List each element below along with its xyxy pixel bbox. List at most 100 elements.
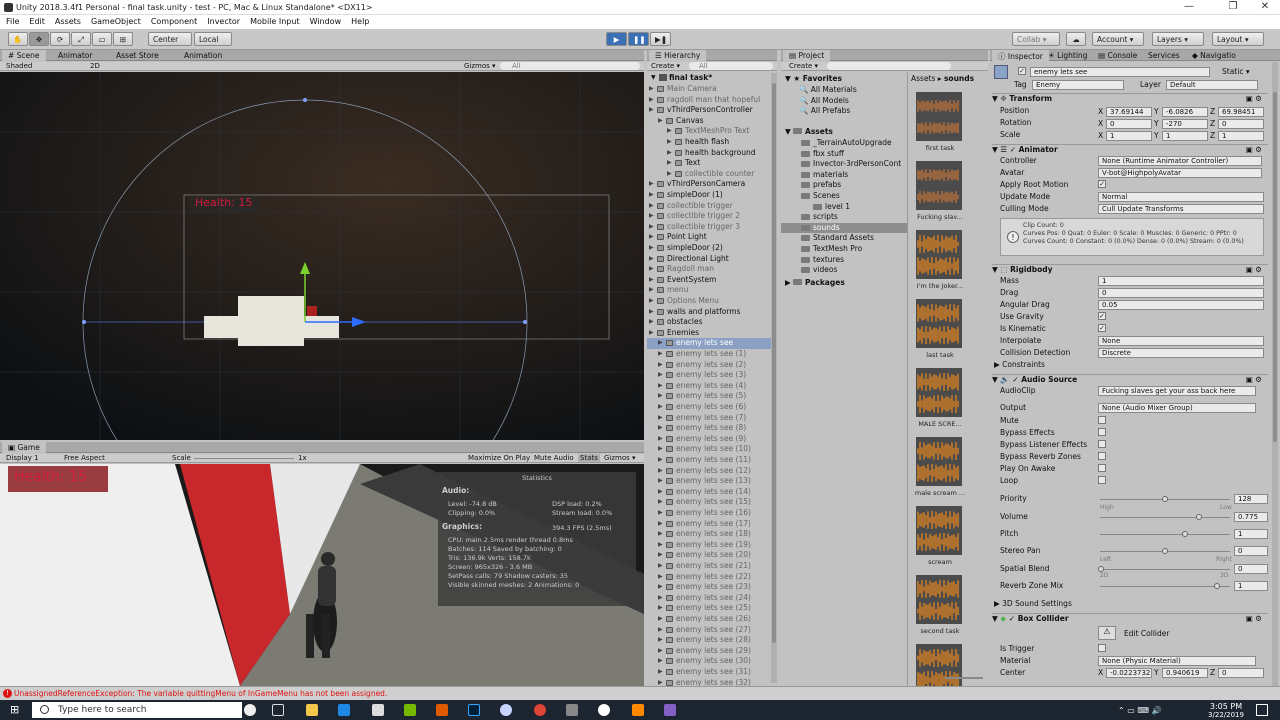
project-folder-item[interactable]: Standard Assets [781, 233, 907, 244]
hierarchy-item[interactable]: ▶ enemy lets see (18) [647, 529, 771, 540]
mass-field[interactable]: 1 [1098, 276, 1264, 286]
hierarchy-item[interactable]: ▶ enemy lets see (9) [647, 434, 771, 445]
project-folder-item[interactable]: prefabs [781, 180, 907, 191]
bypass-listener-checkbox[interactable] [1098, 440, 1106, 448]
expand-arrow-icon[interactable]: ▶ [649, 255, 654, 262]
hierarchy-item[interactable]: ▶ menu [647, 285, 771, 296]
hierarchy-item[interactable]: ▶ enemy lets see (6) [647, 402, 771, 413]
hierarchy-create-button[interactable]: Create ▾ [651, 62, 680, 70]
expand-arrow-icon[interactable]: ▶ [658, 424, 663, 431]
hierarchy-item[interactable]: ▶ enemy lets see (11) [647, 455, 771, 466]
expand-arrow-icon[interactable]: ▶ [667, 159, 672, 166]
gameobject-active-checkbox[interactable]: ✓ [1018, 67, 1026, 75]
hierarchy-item[interactable]: ▶ collectible counter [647, 169, 771, 180]
expand-arrow-icon[interactable]: ▶ [658, 626, 663, 633]
layout-dropdown[interactable]: Layout ▾ [1212, 32, 1264, 46]
expand-arrow-icon[interactable]: ▶ [649, 308, 654, 315]
tab-game[interactable]: ▣ Game [2, 442, 46, 453]
hierarchy-item[interactable]: ▶ enemy lets see (25) [647, 603, 771, 614]
hierarchy-item[interactable]: ▶ enemy lets see (19) [647, 540, 771, 551]
vlc-icon[interactable] [436, 704, 448, 716]
hierarchy-item[interactable]: ▶ Directional Light [647, 254, 771, 265]
rotation-x-field[interactable]: 0 [1106, 119, 1152, 129]
tab-console[interactable]: ▤ Console [1092, 50, 1143, 61]
expand-arrow-icon[interactable]: ▶ [658, 520, 663, 527]
expand-arrow-icon[interactable]: ▶ [658, 498, 663, 505]
scene-gizmos-dropdown[interactable]: Gizmos ▾ [464, 62, 496, 70]
clock-date[interactable]: 3/22/2019 [1204, 711, 1248, 719]
tag-dropdown[interactable]: Enemy [1032, 80, 1124, 90]
hierarchy-item[interactable]: ▶ enemy lets see (29) [647, 646, 771, 657]
is-kinematic-checkbox[interactable]: ✓ [1098, 324, 1106, 332]
layers-dropdown[interactable]: Layers ▾ [1152, 32, 1204, 46]
expand-arrow-icon[interactable]: ▶ [658, 679, 663, 686]
hierarchy-item[interactable]: ▶ ragdoll man that hopeful [647, 95, 771, 106]
hierarchy-item[interactable]: ▶ Enemies [647, 328, 771, 339]
menu-edit[interactable]: Edit [29, 17, 45, 26]
hierarchy-item[interactable]: ▶ enemy lets see (23) [647, 582, 771, 593]
expand-arrow-icon[interactable]: ▶ [649, 96, 654, 103]
expand-arrow-icon[interactable]: ▶ [658, 414, 663, 421]
avatar-field[interactable]: V-bot@HighpolyAvatar [1098, 168, 1262, 178]
expand-arrow-icon[interactable]: ▶ [649, 85, 654, 92]
expand-arrow-icon[interactable]: ▶ [649, 233, 654, 240]
hierarchy-item[interactable]: ▶ enemy lets see [647, 338, 771, 349]
fav-all-prefabs[interactable]: 🔍 All Prefabs [799, 106, 857, 117]
stats-toggle[interactable]: Stats [578, 454, 600, 462]
expand-arrow-icon[interactable]: ▶ [649, 276, 654, 283]
status-bar[interactable]: ! UnassignedReferenceException: The vari… [0, 686, 1280, 700]
menu-mobile-input[interactable]: Mobile Input [250, 17, 300, 26]
hierarchy-item[interactable]: ▶ health background [647, 148, 771, 159]
hierarchy-item[interactable]: ▶ EventSystem [647, 275, 771, 286]
maximize-on-play-toggle[interactable]: Maximize On Play [468, 454, 530, 462]
hierarchy-item[interactable]: ▶ enemy lets see (27) [647, 625, 771, 636]
expand-arrow-icon[interactable]: ▶ [649, 106, 654, 113]
app-icon[interactable] [500, 704, 512, 716]
expand-arrow-icon[interactable]: ▶ [658, 594, 663, 601]
expand-arrow-icon[interactable]: ▶ [658, 382, 663, 389]
close-button[interactable]: ✕ [1252, 1, 1278, 14]
volume-field[interactable]: 0.775 [1234, 512, 1268, 522]
bypass-effects-checkbox[interactable] [1098, 428, 1106, 436]
audio-clip-tile[interactable]: scream [913, 506, 963, 576]
mute-audio-toggle[interactable]: Mute Audio [534, 454, 574, 462]
fav-all-materials[interactable]: 🔍 All Materials [799, 85, 857, 96]
display-dropdown[interactable]: Display 1 [6, 454, 38, 462]
expand-arrow-icon[interactable]: ▶ [658, 456, 663, 463]
edit-collider-icon[interactable]: ⚠ [1098, 626, 1116, 640]
assets-header[interactable]: ▼ Assets [785, 127, 833, 136]
3d-sound-settings-foldout[interactable]: ▶ 3D Sound Settings [994, 599, 1072, 611]
expand-arrow-icon[interactable]: ▶ [658, 467, 663, 474]
expand-arrow-icon[interactable]: ▶ [667, 138, 672, 145]
hierarchy-item[interactable]: ▶ enemy lets see (5) [647, 391, 771, 402]
audio-clip-tile[interactable]: I'm the Joker... [913, 230, 963, 300]
tab-services[interactable]: Services [1142, 50, 1186, 61]
expand-arrow-icon[interactable]: ▶ [658, 392, 663, 399]
priority-knob[interactable] [1162, 496, 1168, 502]
volume-slider[interactable] [1100, 517, 1230, 518]
position-z-field[interactable]: 69.98451 [1218, 107, 1264, 117]
aspect-dropdown[interactable]: Free Aspect [64, 454, 105, 462]
expand-arrow-icon[interactable]: ▶ [658, 551, 663, 558]
hierarchy-item[interactable]: ▶ Text [647, 158, 771, 169]
mute-checkbox[interactable] [1098, 416, 1106, 424]
expand-arrow-icon[interactable]: ▶ [649, 191, 654, 198]
rigidbody-header[interactable]: ▼ ⬚ Rigidbody ▣ ⚙ [992, 264, 1268, 276]
hierarchy-item[interactable]: ▶ simpleDoor (2) [647, 243, 771, 254]
hierarchy-item[interactable]: ▶ TextMeshPro Text [647, 126, 771, 137]
snipping-tool-icon[interactable] [566, 704, 578, 716]
project-folder-item[interactable]: Scenes [781, 191, 907, 202]
scene-search-input[interactable]: All [500, 62, 640, 70]
expand-arrow-icon[interactable]: ▶ [667, 127, 672, 134]
expand-arrow-icon[interactable]: ▶ [649, 223, 654, 230]
windows-start-icon[interactable]: ⊞ [10, 704, 22, 716]
shading-mode-dropdown[interactable]: Shaded [6, 62, 32, 70]
hierarchy-item[interactable]: ▶ enemy lets see (12) [647, 466, 771, 477]
audio-clip-tile[interactable] [913, 644, 963, 686]
hierarchy-item[interactable]: ▶ collectible trigger [647, 201, 771, 212]
tab-animator[interactable]: Animator [52, 50, 98, 61]
hierarchy-scene-row[interactable]: ▼ final task* [647, 73, 777, 83]
reverb-zone-mix-field[interactable]: 1 [1234, 581, 1268, 591]
layer-dropdown[interactable]: Default [1166, 80, 1258, 90]
hierarchy-item[interactable]: ▶ enemy lets see (30) [647, 656, 771, 667]
